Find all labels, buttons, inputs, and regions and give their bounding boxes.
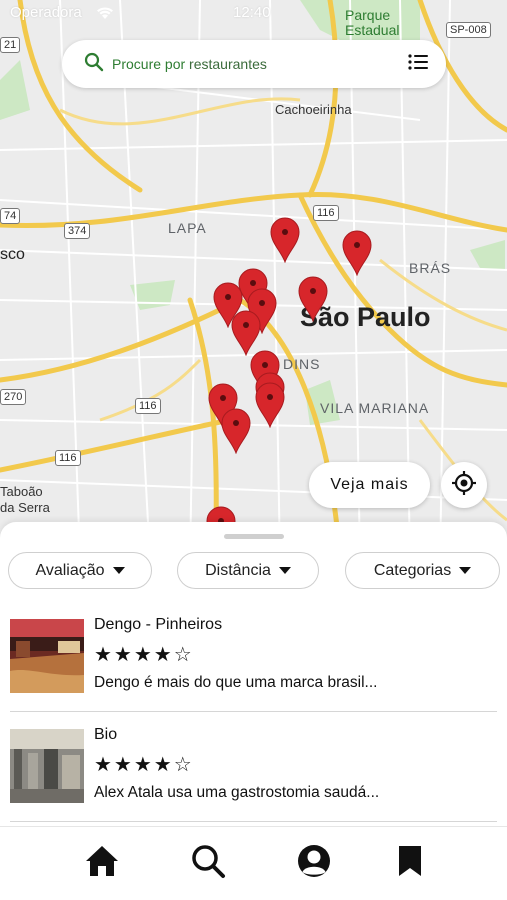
search-icon <box>190 843 226 884</box>
map-label-osasco: sco <box>0 246 25 263</box>
map[interactable]: Operadora 12:40 Parque Estadual Cachoeir… <box>0 0 507 560</box>
home-icon <box>84 844 120 883</box>
map-pin-icon[interactable] <box>255 382 285 429</box>
list-item[interactable]: Dengo - Pinheiros ★★★★☆ Dengo é mais do … <box>10 616 497 709</box>
search-rest: restaurantes <box>185 56 267 72</box>
search-input[interactable]: Procure por restaurantes <box>112 56 408 72</box>
chevron-down-icon <box>459 567 472 574</box>
chevron-down-icon <box>112 567 125 574</box>
map-pin-icon[interactable] <box>221 408 251 455</box>
map-pin-icon[interactable] <box>298 276 328 323</box>
road-shield: 116 <box>55 450 81 466</box>
road-shield: SP-008 <box>446 22 491 38</box>
road-shield: 116 <box>313 205 339 221</box>
map-label-vila-mariana: VILA MARIANA <box>320 400 430 416</box>
tab-profile[interactable] <box>294 843 334 883</box>
map-label-lapa: LAPA <box>168 220 207 236</box>
list-icon[interactable] <box>408 53 428 75</box>
wifi-icon <box>96 6 114 24</box>
search-icon <box>84 52 104 77</box>
chevron-down-icon <box>278 567 291 574</box>
road-shield: 270 <box>0 389 27 405</box>
results-sheet: Avaliação Distância Categorias Dengo - P… <box>0 522 507 828</box>
restaurant-name: Bio <box>94 726 118 743</box>
list-item[interactable]: Bio ★★★★☆ Alex Atala usa uma gastrostomi… <box>10 726 497 819</box>
restaurant-name: Dengo - Pinheiros <box>94 616 223 633</box>
map-label-bras: BRÁS <box>409 260 452 276</box>
tab-search[interactable] <box>188 843 228 883</box>
road-shield: 21 <box>0 37 21 53</box>
road-shield: 74 <box>0 208 21 224</box>
filter-label: Categorias <box>373 561 452 579</box>
filter-distancia[interactable]: Distância <box>177 552 319 589</box>
road-shield: 116 <box>135 398 161 414</box>
map-pin-icon[interactable] <box>342 230 372 277</box>
divider <box>10 711 497 712</box>
search-prefix: Procure por <box>112 56 186 72</box>
road-shield: 374 <box>64 223 91 239</box>
crosshair-icon <box>451 470 477 501</box>
locate-button[interactable] <box>441 462 487 508</box>
tab-bar <box>0 826 507 900</box>
tab-home[interactable] <box>82 843 122 883</box>
restaurant-photo <box>10 729 84 803</box>
sheet-handle[interactable] <box>224 534 284 539</box>
restaurant-description: Dengo é mais do que uma marca brasil... <box>94 674 378 691</box>
bookmark-icon <box>397 844 423 883</box>
filter-label: Distância <box>205 561 271 579</box>
app: Operadora 12:40 Parque Estadual Cachoeir… <box>0 0 507 900</box>
divider <box>10 821 497 822</box>
rating-stars: ★★★★☆ <box>94 644 194 666</box>
map-label-taboao: Taboão da Serra <box>0 484 50 515</box>
map-label-cachoeirinha: Cachoeirinha <box>275 102 352 117</box>
restaurant-photo <box>10 619 84 693</box>
profile-icon <box>296 843 332 884</box>
search-bar[interactable]: Procure por restaurantes <box>62 40 446 88</box>
map-pin-icon[interactable] <box>270 217 300 264</box>
map-label-jardins: DINS <box>283 356 321 372</box>
map-label-parque: Parque Estadual <box>345 7 400 38</box>
restaurant-description: Alex Atala usa uma gastrostomia saudá... <box>94 784 380 801</box>
tab-saved[interactable] <box>390 843 430 883</box>
filter-label: Avaliação <box>35 561 105 579</box>
filter-categorias[interactable]: Categorias <box>345 552 500 589</box>
veja-mais-button[interactable]: Veja mais <box>309 462 430 508</box>
carrier-label: Operadora <box>10 4 82 21</box>
filter-avaliacao[interactable]: Avaliação <box>8 552 152 589</box>
rating-stars: ★★★★☆ <box>94 754 194 776</box>
clock: 12:40 <box>233 4 271 21</box>
